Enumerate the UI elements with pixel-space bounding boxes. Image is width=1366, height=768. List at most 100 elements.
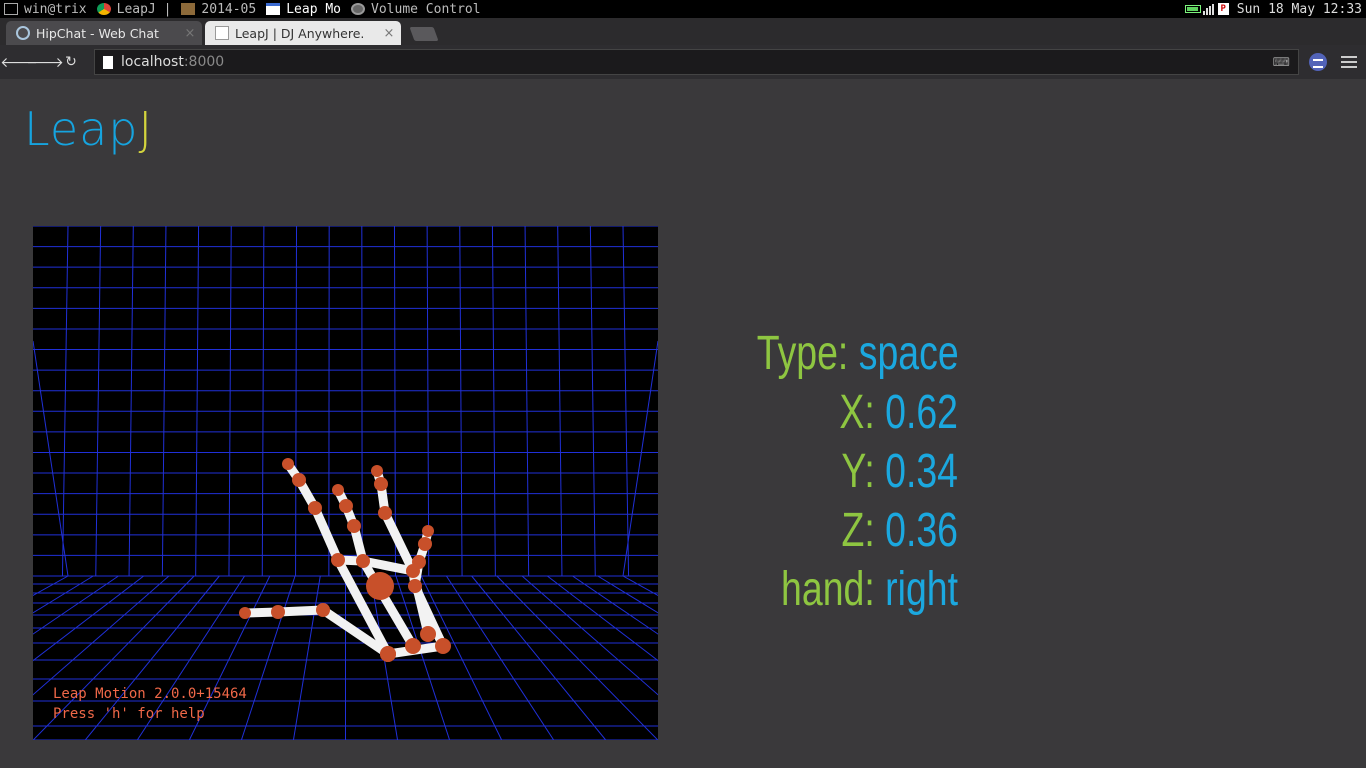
taskbar-item-label: LeapJ | <box>116 1 172 17</box>
browser-toolbar: 🡐 🡒 ↻ localhost:8000 ⌨ <box>0 45 1366 79</box>
hand-value: right <box>885 563 958 616</box>
pidgin-icon[interactable]: P <box>1217 3 1229 15</box>
signal-icon <box>1202 3 1215 15</box>
version-text: Leap Motion 2.0.0+15464 <box>53 686 247 702</box>
grid-line <box>261 226 265 577</box>
leap-visualizer[interactable]: Leap Motion 2.0.0+15464 Press 'h' for he… <box>33 226 658 740</box>
help-text: Press 'h' for help <box>53 706 205 722</box>
page-icon <box>103 55 113 69</box>
hand-joint <box>339 499 353 513</box>
forward-button[interactable]: 🡒 <box>26 50 64 74</box>
hand-joint <box>405 638 421 654</box>
type-label: Type: <box>756 327 849 380</box>
grid-line <box>161 226 167 577</box>
taskbar-item-leap[interactable]: Leap Mo <box>262 0 347 18</box>
gesture-readout: Type: space X: 0.62 Y: 0.34 Z: 0.36 hand… <box>756 324 959 619</box>
y-row: Y: 0.34 <box>757 442 958 501</box>
grid-line <box>420 575 503 740</box>
grid-line <box>622 340 658 577</box>
terminal-icon <box>4 3 18 15</box>
close-icon[interactable]: × <box>383 26 395 41</box>
tab-leapj[interactable]: LeapJ | DJ Anywhere. × <box>205 21 401 45</box>
y-label: Y: <box>841 445 875 498</box>
hand-joint <box>282 458 294 470</box>
hand-joint <box>435 638 451 654</box>
grid-scene <box>33 226 658 740</box>
system-tray: P Sun 18 May 12:33 <box>1184 1 1366 17</box>
hand-joint <box>366 572 394 600</box>
page-content: LeapJ Leap Motion 2.0.0+15464 Press 'h' … <box>0 79 1366 768</box>
type-value: space <box>858 327 959 380</box>
address-bar[interactable]: localhost:8000 ⌨ <box>94 49 1299 75</box>
hand-row: hand: right <box>757 560 958 619</box>
hand-joint <box>271 605 285 619</box>
close-icon[interactable]: × <box>184 26 196 41</box>
taskbar-item-folder[interactable]: 2014-05 <box>177 0 262 18</box>
grid-line <box>547 575 658 662</box>
z-label: Z: <box>841 504 875 557</box>
hand-joint <box>378 506 392 520</box>
hand-joint <box>316 603 330 617</box>
menu-icon[interactable] <box>1341 56 1357 68</box>
taskbar-item-label: win@trix <box>24 1 87 17</box>
x-value: 0.62 <box>885 386 958 439</box>
hand-bone <box>310 503 343 565</box>
taskbar-item-label: Volume Control <box>371 1 481 17</box>
taskbar-item-volume[interactable]: Volume Control <box>347 0 487 18</box>
grid-line <box>195 226 200 577</box>
hand-joint <box>292 473 306 487</box>
grid-line <box>426 226 430 577</box>
folder-icon <box>181 3 196 15</box>
grid-line <box>496 575 658 740</box>
grid-line <box>459 226 463 577</box>
type-row: Type: space <box>756 324 959 383</box>
hand-joint <box>332 484 344 496</box>
app-logo[interactable]: LeapJ <box>24 106 153 152</box>
tab-label: LeapJ | DJ Anywhere. <box>235 25 365 41</box>
grid-line <box>128 226 134 577</box>
clock: Sun 18 May 12:33 <box>1236 1 1362 17</box>
taskbar-item-chrome[interactable]: LeapJ | <box>93 0 178 18</box>
hand-joint <box>418 537 432 551</box>
grid-line <box>445 575 555 740</box>
key-icon[interactable]: ⌨ <box>1273 55 1290 69</box>
grid-line <box>61 226 69 577</box>
url-port: :8000 <box>183 54 225 70</box>
grid-line <box>597 575 658 614</box>
grid-line <box>557 226 563 577</box>
chat-bubble-icon <box>16 26 30 40</box>
x-row: X: 0.62 <box>757 383 958 442</box>
hand-joint <box>408 579 422 593</box>
system-taskbar: win@trix LeapJ | 2014-05 Leap Mo Volume … <box>0 0 1366 18</box>
tab-hipchat[interactable]: HipChat - Web Chat × <box>6 21 202 45</box>
logo-text: Leap <box>24 102 139 156</box>
grid-line <box>240 575 296 740</box>
grid-line <box>228 226 232 577</box>
hand-joint <box>347 519 361 533</box>
extension-icon[interactable] <box>1309 53 1327 71</box>
grid-line <box>471 575 607 740</box>
reload-button[interactable]: ↻ <box>60 50 82 74</box>
grid-line <box>295 226 298 577</box>
url-host: localhost <box>121 54 184 70</box>
z-value: 0.36 <box>885 504 958 557</box>
hand-joint <box>374 477 388 491</box>
hand-joint <box>422 525 434 537</box>
grid-line <box>622 575 658 597</box>
taskbar-item-label: Leap Mo <box>286 1 342 17</box>
taskbar-item-label: 2014-05 <box>201 1 257 17</box>
window-icon <box>266 3 281 15</box>
taskbar-item-terminal[interactable]: win@trix <box>0 0 93 18</box>
hand-joint <box>380 646 396 662</box>
grid-line <box>524 226 530 577</box>
battery-icon <box>1184 5 1201 13</box>
grid-line <box>491 226 496 577</box>
hand-joint <box>371 465 383 477</box>
hand-joint <box>412 555 426 569</box>
x-label: X: <box>839 386 875 439</box>
wireframe-grid <box>33 226 658 740</box>
hand-joint <box>308 501 322 515</box>
page-icon <box>215 26 229 40</box>
y-value: 0.34 <box>885 445 958 498</box>
new-tab-button[interactable] <box>409 27 439 41</box>
